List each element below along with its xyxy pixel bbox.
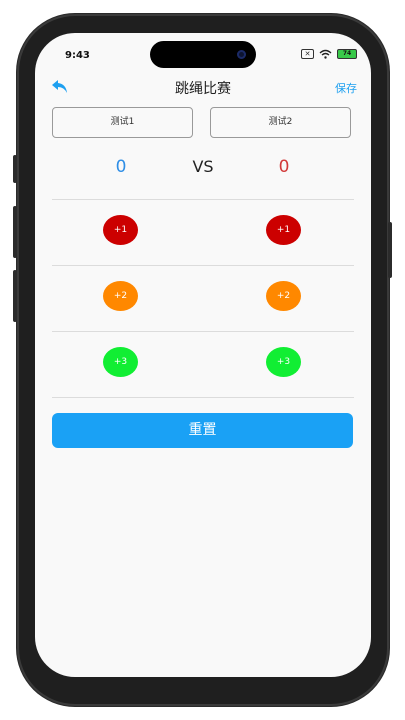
save-button[interactable]: 保存 xyxy=(335,80,357,96)
side-button xyxy=(13,206,17,258)
divider xyxy=(52,397,354,398)
side-button xyxy=(388,222,392,278)
camera-icon xyxy=(237,50,246,59)
player-right-name[interactable]: 测试2 xyxy=(210,107,351,138)
app-screen: 9:43 ✕ 74 跳绳比赛 保存 测试1 测试2 0 VS 0 +1 +1 +… xyxy=(35,33,371,677)
battery-icon: 74 xyxy=(337,49,357,59)
right-plus3-button[interactable]: +3 xyxy=(266,347,301,377)
score-row: 0 VS 0 xyxy=(35,157,371,181)
left-score: 0 xyxy=(115,157,127,177)
status-icons: ✕ 74 xyxy=(301,49,357,59)
side-button xyxy=(13,270,17,322)
left-plus2-button[interactable]: +2 xyxy=(103,281,138,311)
divider xyxy=(52,331,354,332)
nav-bar: 跳绳比赛 保存 xyxy=(35,73,371,103)
no-sim-icon: ✕ xyxy=(301,49,314,59)
status-time: 9:43 xyxy=(65,50,90,61)
left-plus3-button[interactable]: +3 xyxy=(103,347,138,377)
divider xyxy=(52,265,354,266)
dynamic-island xyxy=(150,41,256,68)
vs-label: VS xyxy=(192,157,214,176)
player-left-name[interactable]: 测试1 xyxy=(52,107,193,138)
reset-button[interactable]: 重置 xyxy=(52,413,353,448)
divider xyxy=(52,199,354,200)
side-button xyxy=(13,155,17,183)
wifi-icon xyxy=(319,49,332,59)
page-title: 跳绳比赛 xyxy=(175,81,231,97)
left-plus1-button[interactable]: +1 xyxy=(103,215,138,245)
right-score: 0 xyxy=(278,157,290,177)
right-plus1-button[interactable]: +1 xyxy=(266,215,301,245)
right-plus2-button[interactable]: +2 xyxy=(266,281,301,311)
